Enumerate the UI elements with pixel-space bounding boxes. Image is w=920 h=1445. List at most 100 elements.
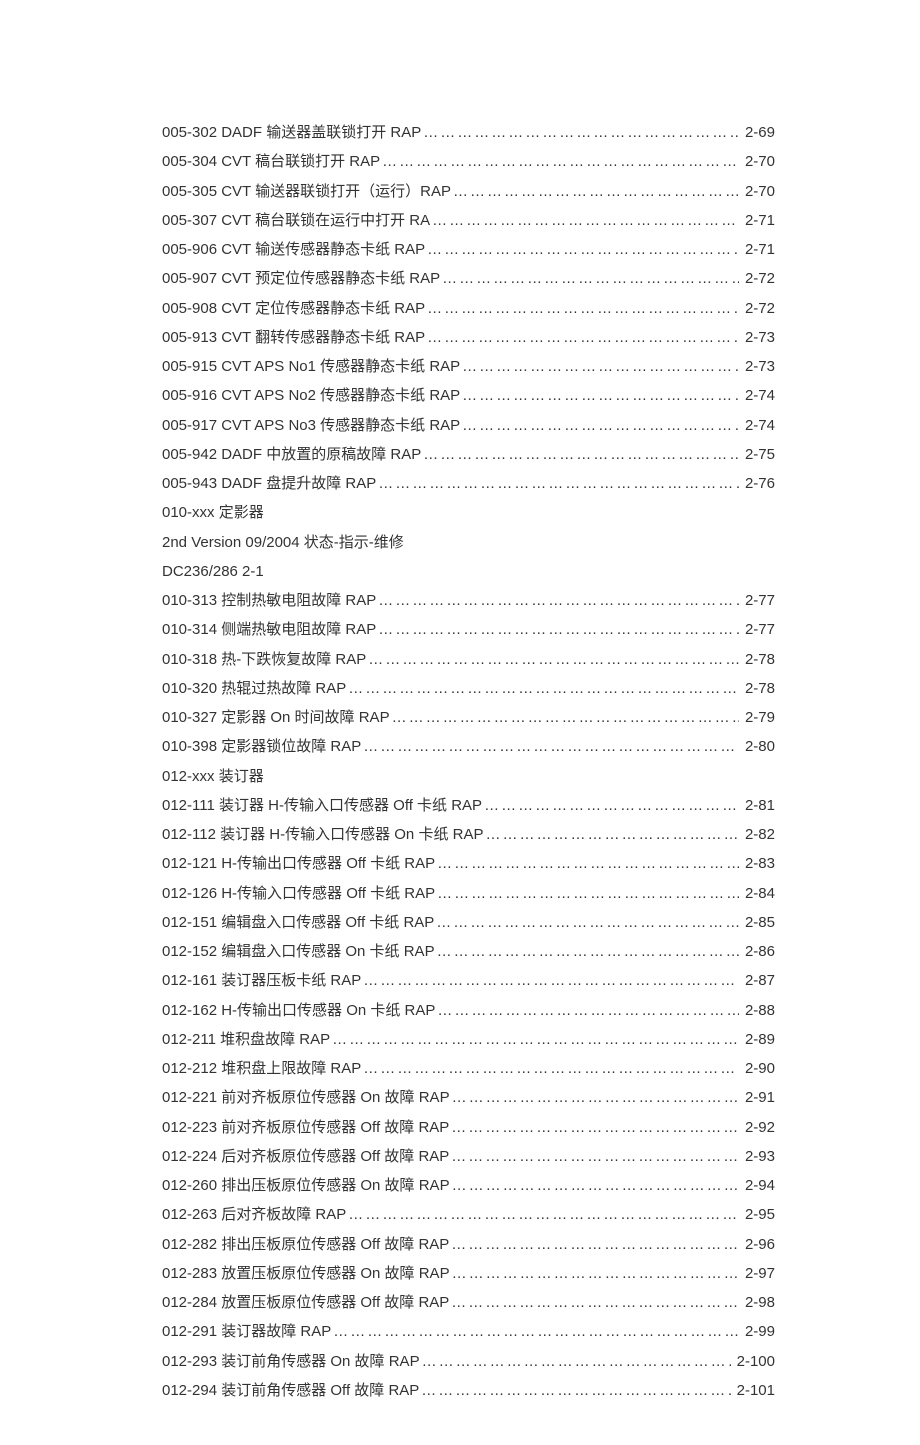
toc-title: 012-283 放置压板原位传感器 On 故障 RAP xyxy=(162,1259,450,1288)
toc-leader-dots: …………………………………………………………………………………………………………… xyxy=(462,381,739,410)
toc-title: 012-112 装订器 H-传输入口传感器 On 卡纸 RAP xyxy=(162,820,483,849)
toc-title: 012-282 排出压板原位传感器 Off 故障 RAP xyxy=(162,1230,449,1259)
toc-title: 012-111 装订器 H-传输入口传感器 Off 卡纸 RAP xyxy=(162,791,482,820)
toc-title: 012-151 编辑盘入口传感器 Off 卡纸 RAP xyxy=(162,908,434,937)
toc-entry: 012-282 排出压板原位传感器 Off 故障 RAP………………………………… xyxy=(162,1230,775,1259)
toc-page-number: 2-85 xyxy=(741,908,775,937)
toc-title: 012-291 装订器故障 RAP xyxy=(162,1317,331,1346)
toc-entry: 005-906 CVT 输送传感器静态卡纸 RAP………………………………………… xyxy=(162,235,775,264)
toc-title: 010-398 定影器锁位故障 RAP xyxy=(162,732,361,761)
toc-entry: 005-913 CVT 翻转传感器静态卡纸 RAP………………………………………… xyxy=(162,323,775,352)
toc-entry: 012-151 编辑盘入口传感器 Off 卡纸 RAP…………………………………… xyxy=(162,908,775,937)
toc-page-number: 2-101 xyxy=(733,1376,775,1405)
section-heading: 012-xxx 装订器 xyxy=(162,762,775,791)
toc-leader-dots: …………………………………………………………………………………………………………… xyxy=(392,703,739,732)
toc-entry: 012-291 装订器故障 RAP……………………………………………………………… xyxy=(162,1317,775,1346)
toc-entry: 005-915 CVT APS No1 传感器静态卡纸 RAP………………………… xyxy=(162,352,775,381)
toc-page-number: 2-90 xyxy=(741,1054,775,1083)
toc-title: 012-162 H-传输出口传感器 On 卡纸 RAP xyxy=(162,996,435,1025)
toc-title: 005-307 CVT 稿台联锁在运行中打开 RA xyxy=(162,206,430,235)
toc-entry: 005-917 CVT APS No3 传感器静态卡纸 RAP………………………… xyxy=(162,411,775,440)
toc-leader-dots: …………………………………………………………………………………………………………… xyxy=(427,294,739,323)
toc-title: 005-915 CVT APS No1 传感器静态卡纸 RAP xyxy=(162,352,460,381)
toc-page-number: 2-78 xyxy=(741,674,775,703)
toc-entry: 012-161 装订器压板卡纸 RAP………………………………………………………… xyxy=(162,966,775,995)
toc-title: 012-223 前对齐板原位传感器 Off 故障 RAP xyxy=(162,1113,449,1142)
toc-leader-dots: …………………………………………………………………………………………………………… xyxy=(368,645,739,674)
toc-title: 012-263 后对齐板故障 RAP xyxy=(162,1200,346,1229)
toc-entry: 005-943 DADF 盘提升故障 RAP………………………………………………… xyxy=(162,469,775,498)
toc-page-number: 2-81 xyxy=(741,791,775,820)
toc-entry: 010-318 热-下跌恢复故障 RAP……………………………………………………… xyxy=(162,645,775,674)
toc-entry: 005-942 DADF 中放置的原稿故障 RAP………………………………………… xyxy=(162,440,775,469)
toc-leader-dots: …………………………………………………………………………………………………………… xyxy=(421,1376,730,1405)
toc-leader-dots: …………………………………………………………………………………………………………… xyxy=(452,1171,739,1200)
toc-title: 005-916 CVT APS No2 传感器静态卡纸 RAP xyxy=(162,381,460,410)
toc-title: 005-907 CVT 预定位传感器静态卡纸 RAP xyxy=(162,264,440,293)
toc-page-number: 2-97 xyxy=(741,1259,775,1288)
toc-leader-dots: …………………………………………………………………………………………………………… xyxy=(437,879,739,908)
toc-title: 012-294 装订前角传感器 Off 故障 RAP xyxy=(162,1376,419,1405)
section-heading: 010-xxx 定影器 xyxy=(162,498,775,527)
toc-leader-dots: …………………………………………………………………………………………………………… xyxy=(451,1142,739,1171)
toc-leader-dots: …………………………………………………………………………………………………………… xyxy=(348,1200,739,1229)
toc-title: 005-906 CVT 输送传感器静态卡纸 RAP xyxy=(162,235,425,264)
toc-leader-dots: …………………………………………………………………………………………………………… xyxy=(442,264,739,293)
toc-title: 005-305 CVT 输送器联锁打开（运行）RAP xyxy=(162,177,451,206)
toc-page-number: 2-73 xyxy=(741,323,775,352)
toc-page-number: 2-96 xyxy=(741,1230,775,1259)
toc-entry: 012-224 后对齐板原位传感器 Off 故障 RAP………………………………… xyxy=(162,1142,775,1171)
toc-container: 005-302 DADF 输送器盖联锁打开 RAP………………………………………… xyxy=(162,118,775,1405)
toc-leader-dots: …………………………………………………………………………………………………………… xyxy=(437,849,739,878)
toc-leader-dots: …………………………………………………………………………………………………………… xyxy=(333,1317,739,1346)
toc-title: 010-318 热-下跌恢复故障 RAP xyxy=(162,645,366,674)
toc-page-number: 2-70 xyxy=(741,177,775,206)
toc-leader-dots: …………………………………………………………………………………………………………… xyxy=(332,1025,739,1054)
toc-leader-dots: …………………………………………………………………………………………………………… xyxy=(436,908,739,937)
toc-page-number: 2-89 xyxy=(741,1025,775,1054)
toc-page-number: 2-82 xyxy=(741,820,775,849)
toc-page-number: 2-77 xyxy=(741,586,775,615)
toc-entry: 012-263 后对齐板故障 RAP…………………………………………………………… xyxy=(162,1200,775,1229)
toc-entry: 012-211 堆积盘故障 RAP……………………………………………………………… xyxy=(162,1025,775,1054)
toc-leader-dots: …………………………………………………………………………………………………………… xyxy=(382,147,739,176)
toc-leader-dots: …………………………………………………………………………………………………………… xyxy=(437,996,739,1025)
toc-page-number: 2-72 xyxy=(741,264,775,293)
toc-entry: 012-293 装订前角传感器 On 故障 RAP………………………………………… xyxy=(162,1347,775,1376)
toc-leader-dots: …………………………………………………………………………………………………………… xyxy=(462,411,739,440)
toc-entry: 005-916 CVT APS No2 传感器静态卡纸 RAP………………………… xyxy=(162,381,775,410)
toc-title: 010-320 热辊过热故障 RAP xyxy=(162,674,346,703)
toc-page-number: 2-91 xyxy=(741,1083,775,1112)
toc-leader-dots: …………………………………………………………………………………………………………… xyxy=(423,440,739,469)
toc-entry: 010-398 定影器锁位故障 RAP………………………………………………………… xyxy=(162,732,775,761)
toc-title: 012-121 H-传输出口传感器 Off 卡纸 RAP xyxy=(162,849,435,878)
toc-entry: 010-327 定影器 On 时间故障 RAP……………………………………………… xyxy=(162,703,775,732)
toc-entry: 012-223 前对齐板原位传感器 Off 故障 RAP………………………………… xyxy=(162,1113,775,1142)
toc-page-number: 2-94 xyxy=(741,1171,775,1200)
toc-title: 012-293 装订前角传感器 On 故障 RAP xyxy=(162,1347,420,1376)
toc-entry: 012-111 装订器 H-传输入口传感器 Off 卡纸 RAP……………………… xyxy=(162,791,775,820)
toc-leader-dots: …………………………………………………………………………………………………………… xyxy=(423,118,739,147)
toc-leader-dots: …………………………………………………………………………………………………………… xyxy=(422,1347,731,1376)
toc-title: 005-908 CVT 定位传感器静态卡纸 RAP xyxy=(162,294,425,323)
toc-leader-dots: …………………………………………………………………………………………………………… xyxy=(451,1230,739,1259)
toc-page-number: 2-74 xyxy=(741,381,775,410)
toc-page-number: 2-84 xyxy=(741,879,775,908)
toc-page-number: 2-80 xyxy=(741,732,775,761)
toc-leader-dots: …………………………………………………………………………………………………………… xyxy=(363,1054,739,1083)
toc-leader-dots: …………………………………………………………………………………………………………… xyxy=(363,732,739,761)
toc-title: 010-314 侧端热敏电阻故障 RAP xyxy=(162,615,376,644)
toc-page-number: 2-79 xyxy=(741,703,775,732)
toc-page-number: 2-88 xyxy=(741,996,775,1025)
toc-entry: 012-162 H-传输出口传感器 On 卡纸 RAP…………………………………… xyxy=(162,996,775,1025)
toc-page-number: 2-71 xyxy=(741,206,775,235)
toc-title: 012-212 堆积盘上限故障 RAP xyxy=(162,1054,361,1083)
toc-page-number: 2-78 xyxy=(741,645,775,674)
toc-entry: 012-283 放置压板原位传感器 On 故障 RAP…………………………………… xyxy=(162,1259,775,1288)
toc-title: 005-943 DADF 盘提升故障 RAP xyxy=(162,469,376,498)
toc-title: 012-260 排出压板原位传感器 On 故障 RAP xyxy=(162,1171,450,1200)
toc-page-number: 2-99 xyxy=(741,1317,775,1346)
toc-leader-dots: …………………………………………………………………………………………………………… xyxy=(363,966,739,995)
toc-entry: 012-121 H-传输出口传感器 Off 卡纸 RAP………………………………… xyxy=(162,849,775,878)
toc-title: 005-304 CVT 稿台联锁打开 RAP xyxy=(162,147,380,176)
